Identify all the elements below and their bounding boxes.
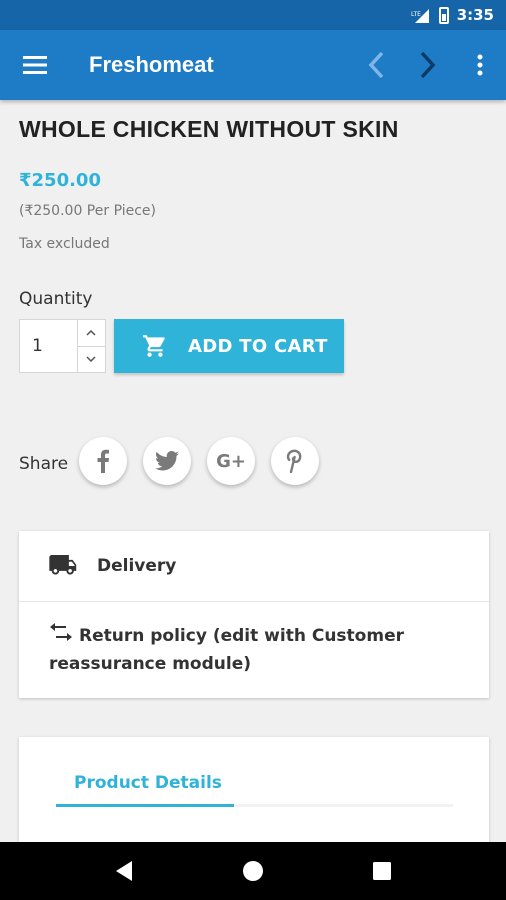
share-twitter-button[interactable] <box>143 437 191 485</box>
tab-product-details[interactable]: Product Details <box>74 773 222 793</box>
chevron-left-icon <box>368 51 384 79</box>
back-triangle-icon[interactable] <box>114 860 134 882</box>
hamburger-menu-icon <box>23 56 47 74</box>
reassurance-block: Delivery Return policy (edit with Custom… <box>19 531 489 698</box>
product-price: ₹250.00 <box>19 170 101 191</box>
status-bar: LTE 3:35 <box>0 0 506 30</box>
overflow-menu-button[interactable] <box>454 30 506 100</box>
swap-arrows-icon <box>49 622 79 650</box>
delivery-row: Delivery <box>19 531 489 602</box>
delivery-label: Delivery <box>97 556 177 576</box>
lte-signal-icon: LTE <box>411 8 431 23</box>
product-page: WHOLE CHICKEN WITHOUT SKIN ₹250.00 (₹250… <box>0 100 506 842</box>
app-title: Freshomeat <box>89 52 214 77</box>
unit-price: (₹250.00 Per Piece) <box>19 203 156 219</box>
product-details-card: Product Details <box>19 737 489 842</box>
battery-icon <box>438 6 449 24</box>
tax-note: Tax excluded <box>19 236 110 252</box>
forward-button[interactable] <box>402 30 454 100</box>
app-bar: Freshomeat <box>0 30 506 100</box>
chevron-right-icon <box>420 51 436 79</box>
quantity-stepper: 1 <box>19 319 106 373</box>
quantity-increase-button[interactable] <box>78 320 105 346</box>
quantity-decrease-button[interactable] <box>77 345 105 373</box>
menu-button[interactable] <box>0 30 70 100</box>
share-facebook-button[interactable] <box>79 437 127 485</box>
network-type: LTE <box>411 11 421 18</box>
twitter-icon <box>155 451 179 471</box>
return-policy-text: Return policy (edit with Customer reassu… <box>49 626 404 674</box>
home-circle-icon[interactable] <box>242 860 264 882</box>
pinterest-icon <box>286 449 302 473</box>
share-pinterest-button[interactable] <box>271 437 319 485</box>
product-title: WHOLE CHICKEN WITHOUT SKIN <box>19 116 399 142</box>
more-vert-icon <box>477 54 483 76</box>
share-google-plus-button[interactable]: G+ <box>207 437 255 485</box>
system-nav-bar <box>0 842 506 900</box>
google-plus-icon: G+ <box>216 450 246 472</box>
share-label: Share <box>19 454 69 474</box>
back-button[interactable] <box>350 30 402 100</box>
chevron-up-icon <box>86 329 96 336</box>
quantity-label: Quantity <box>19 289 93 309</box>
quantity-input[interactable]: 1 <box>20 320 77 372</box>
facebook-icon <box>97 449 109 473</box>
chevron-down-icon <box>86 356 96 363</box>
add-to-cart-button[interactable]: ADD TO CART <box>114 319 344 373</box>
recents-square-icon[interactable] <box>372 861 392 881</box>
return-policy-row: Return policy (edit with Customer reassu… <box>19 602 489 678</box>
truck-icon <box>49 555 77 575</box>
status-time: 3:35 <box>456 6 494 24</box>
add-to-cart-label: ADD TO CART <box>188 335 328 357</box>
tab-active-indicator <box>56 804 234 807</box>
shopping-cart-icon <box>143 335 165 357</box>
